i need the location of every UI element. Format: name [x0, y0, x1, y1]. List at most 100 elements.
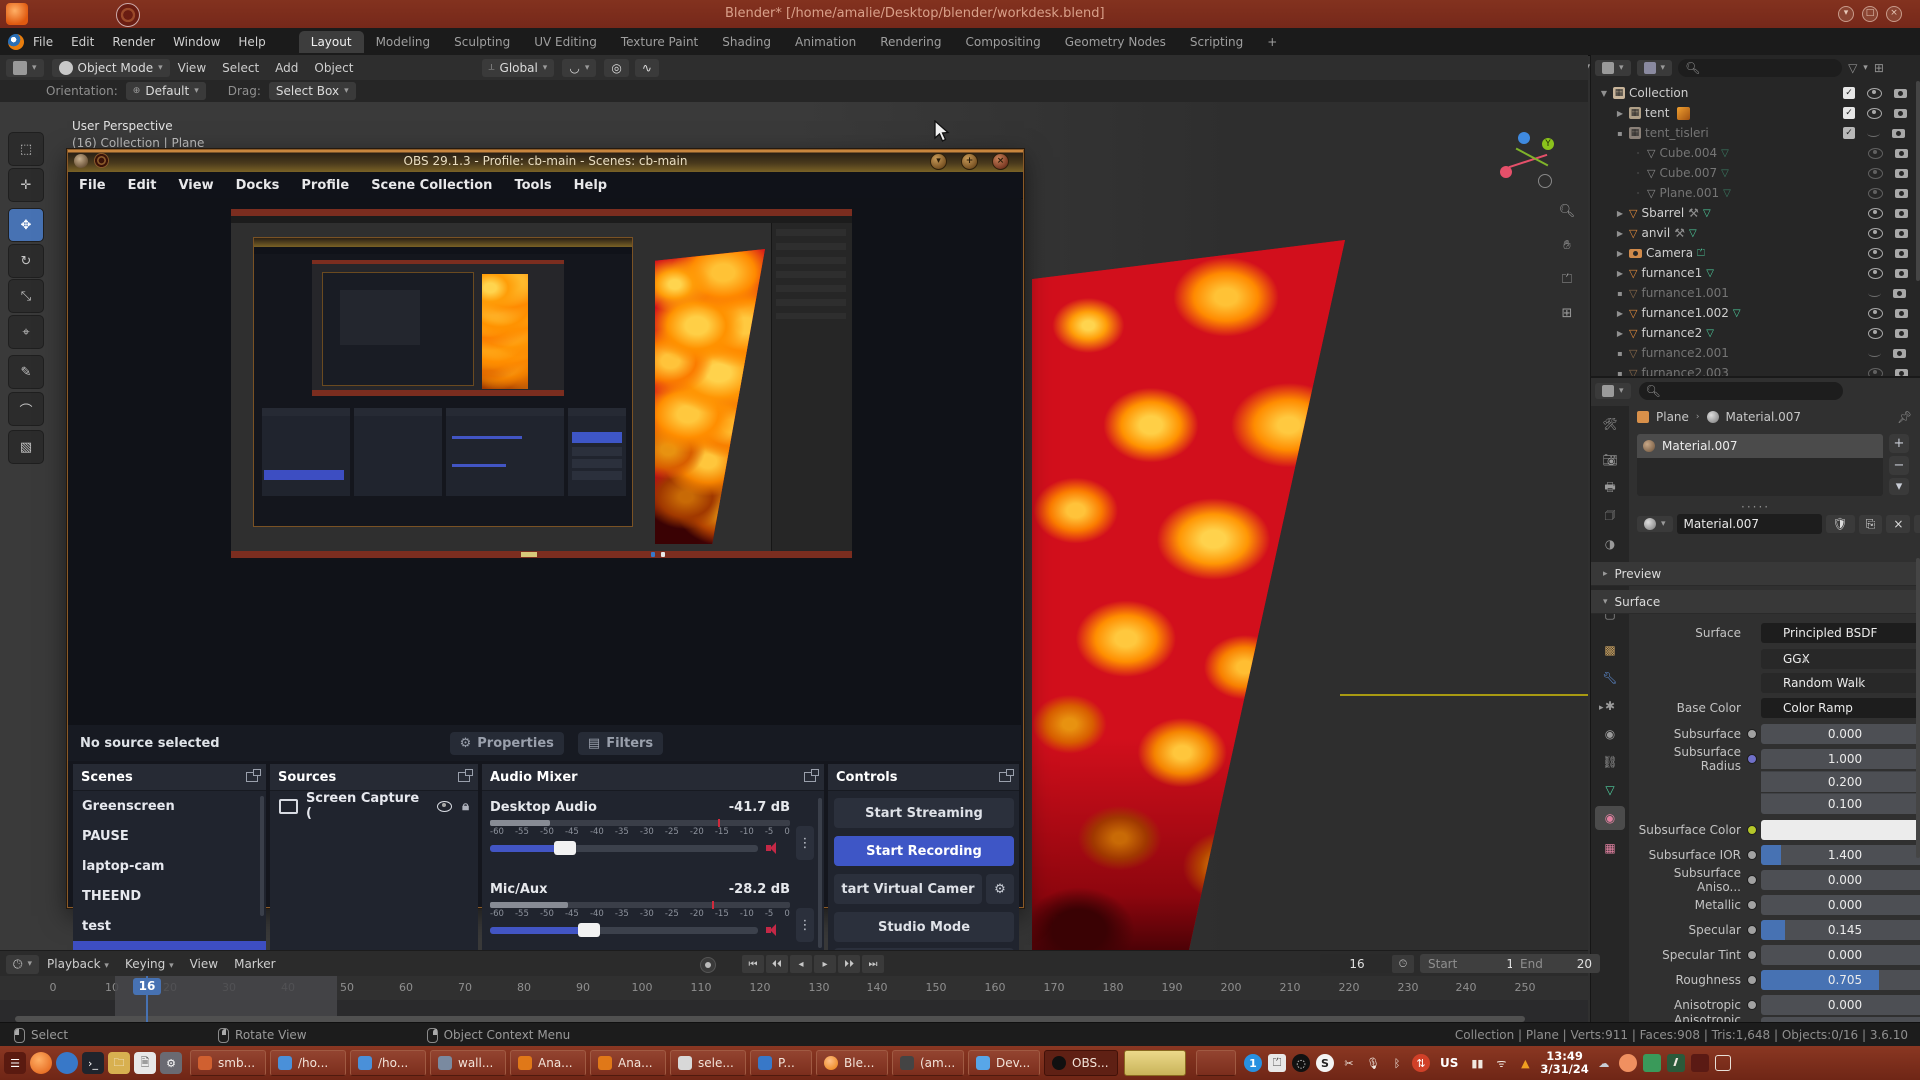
- drag-value[interactable]: Select Box▾: [269, 82, 356, 100]
- popout-icon[interactable]: [999, 772, 1011, 782]
- terminal-icon[interactable]: ›_: [82, 1052, 104, 1074]
- properties-search-input[interactable]: 🔍︎: [1639, 382, 1843, 400]
- tab-shading[interactable]: Shading: [710, 31, 783, 53]
- unlink-material-button[interactable]: ×: [1886, 515, 1910, 533]
- keyboard-layout-indicator[interactable]: US: [1436, 1056, 1462, 1070]
- obs-menu-docks[interactable]: Docks: [225, 178, 291, 193]
- add-slot-button[interactable]: +: [1889, 434, 1909, 453]
- skype-tray-icon[interactable]: S: [1316, 1054, 1334, 1072]
- properties-editor-type[interactable]: ▾: [1595, 383, 1631, 399]
- start-recording-button[interactable]: Start Recording: [834, 836, 1014, 866]
- new-collection-icon[interactable]: ⊞: [1874, 61, 1884, 75]
- bluetooth-tray-icon[interactable]: ᛒ: [1388, 1054, 1406, 1072]
- render-camera-icon[interactable]: [1895, 189, 1908, 198]
- network-tray-icon[interactable]: ⇅: [1412, 1054, 1430, 1072]
- orientation-value[interactable]: ⊕Default▾: [126, 82, 206, 100]
- popout-icon[interactable]: [804, 772, 816, 782]
- tab-constraints-icon[interactable]: ⛓: [1595, 750, 1625, 774]
- tab-animation[interactable]: Animation: [783, 31, 868, 53]
- green-app-tray-icon[interactable]: [1643, 1054, 1661, 1072]
- titlebar-menu-button[interactable]: ▾: [1838, 6, 1854, 22]
- menu-playback[interactable]: Playback ▾: [39, 957, 117, 971]
- taskbar-button-highlighted[interactable]: [1124, 1050, 1186, 1076]
- taskbar-button-blender[interactable]: Ble...: [816, 1050, 888, 1076]
- surface-shader-field[interactable]: Principled BSDF: [1761, 623, 1920, 643]
- frame-start-field[interactable]: Start1: [1420, 954, 1522, 973]
- tab-scripting[interactable]: Scripting: [1178, 31, 1255, 53]
- axis-x-ball[interactable]: [1500, 166, 1512, 178]
- outliner-row[interactable]: ▶▦tent: [1615, 103, 1690, 123]
- browser-icon[interactable]: [56, 1052, 78, 1074]
- volume-slider[interactable]: [490, 927, 758, 934]
- outliner-row[interactable]: ▶▽furnance1▽: [1615, 263, 1714, 283]
- outliner-display-mode[interactable]: ▾: [1595, 60, 1631, 76]
- tab-object-data-icon[interactable]: ▽: [1595, 778, 1625, 802]
- blender-logo-icon[interactable]: [8, 34, 24, 50]
- menu-help[interactable]: Help: [229, 28, 274, 55]
- eye-icon[interactable]: [1868, 188, 1883, 199]
- taskbar-button-ana2[interactable]: Ana...: [590, 1050, 666, 1076]
- checkbox-icon[interactable]: ✓: [1843, 107, 1855, 119]
- specular-tint-slider[interactable]: 0.000: [1761, 945, 1920, 965]
- scenes-scrollbar[interactable]: [260, 796, 264, 916]
- menu-keying[interactable]: Keying ▾: [117, 957, 182, 971]
- breadcrumb-object[interactable]: Plane: [1656, 410, 1689, 424]
- material-name-field[interactable]: Material.007: [1677, 514, 1822, 534]
- obs-close-button[interactable]: ×: [992, 153, 1009, 170]
- volume-tray-icon[interactable]: ▮▮: [1468, 1054, 1486, 1072]
- timeline-track[interactable]: [0, 1000, 1588, 1022]
- obs-preview-area[interactable]: [68, 198, 1021, 725]
- outliner-row[interactable]: ▶▽furnance1.002▽: [1615, 303, 1741, 323]
- eye-closed-icon[interactable]: [1867, 129, 1880, 137]
- outliner-row[interactable]: ▶Camera⏍: [1615, 243, 1705, 263]
- start-streaming-button[interactable]: Start Streaming: [834, 798, 1014, 828]
- subsurface-method-dropdown[interactable]: Random Walk▾: [1761, 673, 1920, 693]
- plant-tray-icon[interactable]: 🙼: [1667, 1054, 1685, 1072]
- render-camera-icon[interactable]: [1895, 329, 1908, 338]
- eye-icon[interactable]: [1868, 208, 1883, 219]
- radius-z-field[interactable]: 0.100: [1761, 793, 1920, 814]
- prev-keyframe-button[interactable]: ⏴⏴: [766, 955, 788, 973]
- obs-menu-edit[interactable]: Edit: [117, 178, 168, 193]
- lava-plane-object[interactable]: [1032, 240, 1345, 950]
- render-camera-icon[interactable]: [1895, 309, 1908, 318]
- taskbar-button-wall[interactable]: wall...: [430, 1050, 506, 1076]
- snap-magnet-button[interactable]: ◡▾: [562, 59, 596, 77]
- axis-y-ball[interactable]: Y: [1542, 138, 1554, 150]
- menu-edit[interactable]: Edit: [62, 28, 103, 55]
- source-item[interactable]: Screen Capture ( 🔒︎: [270, 791, 478, 821]
- tool-annotate[interactable]: ✎: [8, 355, 44, 389]
- radius-x-field[interactable]: 1.000: [1761, 749, 1920, 769]
- scene-item[interactable]: THEEND: [73, 881, 266, 911]
- outliner-scrollbar[interactable]: [1916, 81, 1920, 281]
- mute-speaker-icon[interactable]: [766, 924, 780, 936]
- transform-orientation-selector[interactable]: ⟂Global▾: [482, 59, 555, 77]
- render-camera-icon[interactable]: [1895, 249, 1908, 258]
- tab-scene-icon[interactable]: ◑: [1595, 532, 1625, 556]
- outliner-row[interactable]: ▶▽anvil⚒▽: [1615, 223, 1697, 243]
- auto-keying-button[interactable]: [700, 957, 716, 973]
- render-camera-icon[interactable]: [1895, 169, 1908, 178]
- properties-scrollbar[interactable]: [1916, 558, 1920, 858]
- eye-icon[interactable]: [1868, 328, 1883, 339]
- tab-uv-editing[interactable]: UV Editing: [522, 31, 609, 53]
- tab-material-icon[interactable]: ◉: [1595, 806, 1625, 830]
- channel-options-button[interactable]: ⋮: [796, 908, 814, 942]
- popout-icon[interactable]: [246, 772, 258, 782]
- link-mesh-dropdown[interactable]: ▽▾: [1914, 515, 1920, 533]
- eye-icon[interactable]: [1868, 168, 1883, 179]
- eye-icon[interactable]: [1868, 368, 1883, 377]
- obs-minimize-button[interactable]: ▾: [930, 153, 947, 170]
- jump-to-end-button[interactable]: ⏭: [862, 955, 884, 973]
- tab-render-icon[interactable]: 📷︎: [1595, 448, 1625, 472]
- taskbar-button-sele[interactable]: sele...: [670, 1050, 746, 1076]
- render-camera-icon[interactable]: [1893, 349, 1906, 358]
- panel-drag-dots[interactable]: ·····: [1741, 500, 1770, 514]
- taskbar-clock[interactable]: 13:493/31/24: [1540, 1050, 1588, 1076]
- taskbar-button-ho2[interactable]: /ho...: [350, 1050, 426, 1076]
- tool-rotate[interactable]: ↻: [8, 244, 44, 278]
- screenshot-tray-icon[interactable]: ⏍: [1268, 1054, 1286, 1072]
- volume-slider[interactable]: [490, 845, 758, 852]
- taskbar-button-p[interactable]: P...: [750, 1050, 812, 1076]
- files-icon[interactable]: 🗀: [108, 1052, 130, 1074]
